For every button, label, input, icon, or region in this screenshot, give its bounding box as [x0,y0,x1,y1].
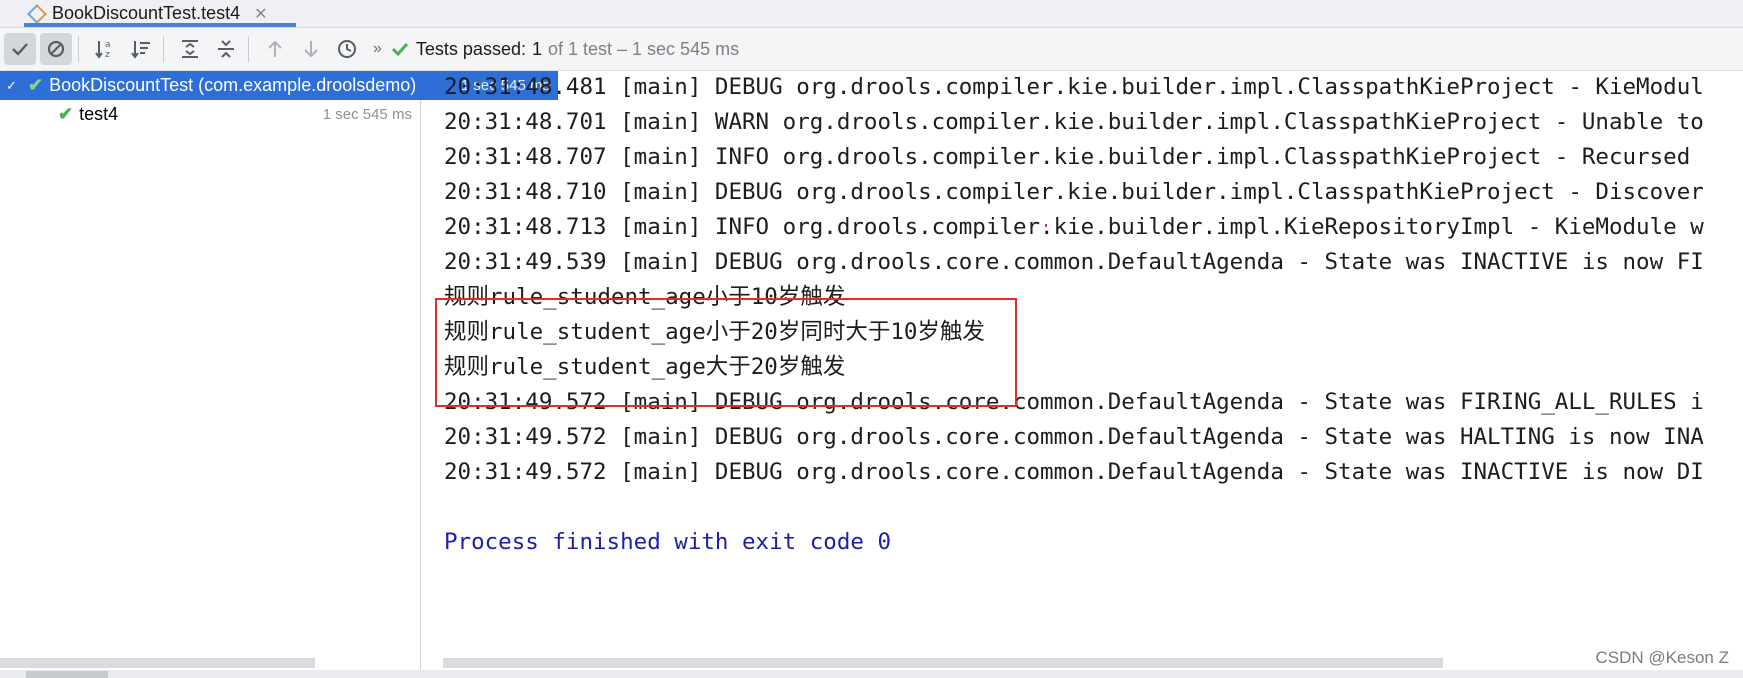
test-runner-toolbar: az » Tests passed: 1 of 1 test – 1 sec 5… [0,28,1743,71]
svg-text:z: z [105,50,110,60]
passed-check-icon: ✔ [58,104,74,124]
console-line: 20:31:49.572 [main] DEBUG org.drools.cor… [444,424,1704,450]
test-status: Tests passed: 1 of 1 test – 1 sec 545 ms [390,39,739,60]
next-failed-test-button[interactable] [295,33,327,65]
passed-check-icon: ✔ [28,75,44,95]
show-passed-button[interactable] [4,33,36,65]
check-icon [12,43,28,56]
sort-alphabetically-button[interactable]: az [89,33,121,65]
collapse-all-icon [218,40,234,58]
next-failed-icon [304,41,318,58]
highlight-mark [1045,224,1047,227]
collapse-all-button[interactable] [210,33,242,65]
cancel-icon [47,40,65,58]
toolbar-separator [248,36,249,62]
sort-by-duration-button[interactable] [125,33,157,65]
expand-all-icon [182,40,198,58]
tab-title: BookDiscountTest.test4 [52,3,241,23]
child-duration: 1 sec 545 ms [322,106,412,123]
status-detail: of 1 test – 1 sec 545 ms [547,38,740,59]
root-label: BookDiscountTest (com.example.droolsdemo… [49,75,417,95]
show-ignored-button[interactable] [40,33,72,65]
test-tree-panel: ✓ ✔ BookDiscountTest (com.example.drools… [0,71,558,678]
status-prefix: Tests passed: [415,38,526,59]
test-tree-child[interactable]: ✔ test4 1 sec 545 ms [0,100,420,129]
console-line: 20:31:48.707 [main] INFO org.drools.comp… [444,144,1691,170]
watermark: CSDN @Keson Z [1595,648,1729,667]
editor-tab-bar: BookDiscountTest.test4 ✕ [0,0,1743,28]
more-toolbar-icon[interactable]: » [373,40,382,58]
console-line: 20:31:48.710 [main] DEBUG org.drools.com… [444,179,1704,205]
prev-failed-icon [268,40,282,57]
console-line: 20:31:48.481 [main] DEBUG org.drools.com… [444,74,1704,100]
close-icon[interactable]: ✕ [254,4,267,24]
check-icon [391,42,409,57]
expand-all-button[interactable] [174,33,206,65]
sort-alpha-icon: az [95,40,111,60]
history-icon [338,40,356,58]
highlight-box [435,298,1017,407]
tree-horizontal-scrollbar[interactable] [0,658,315,668]
bottom-strip [0,670,1743,678]
test-history-button[interactable] [331,33,363,65]
sort-duration-icon [131,41,150,59]
svg-text:a: a [105,40,111,50]
console-line: 20:31:48.701 [main] WARN org.drools.comp… [444,109,1704,135]
chevron-down-icon[interactable]: ✓ [6,78,20,94]
console-line: 20:31:49.539 [main] DEBUG org.drools.cor… [444,249,1704,275]
console-horizontal-scrollbar[interactable] [443,658,1443,668]
toolbar-separator [163,36,164,62]
console-line: 20:31:48.713 [main] INFO org.drools.comp… [444,214,1704,240]
active-tab-indicator [24,23,296,27]
previous-failed-test-button[interactable] [259,33,291,65]
toolbar-separator [78,36,79,62]
console-line: 20:31:49.572 [main] DEBUG org.drools.cor… [444,459,1704,485]
run-config-icon [27,3,47,24]
bottom-scroll-thumb[interactable] [26,671,108,678]
console-output[interactable]: 20:31:48.481 [main] DEBUG org.drools.com… [421,71,1743,665]
console-exit-line: Process finished with exit code 0 [444,529,892,555]
child-label: test4 [79,104,119,124]
status-count: 1 [531,38,542,59]
